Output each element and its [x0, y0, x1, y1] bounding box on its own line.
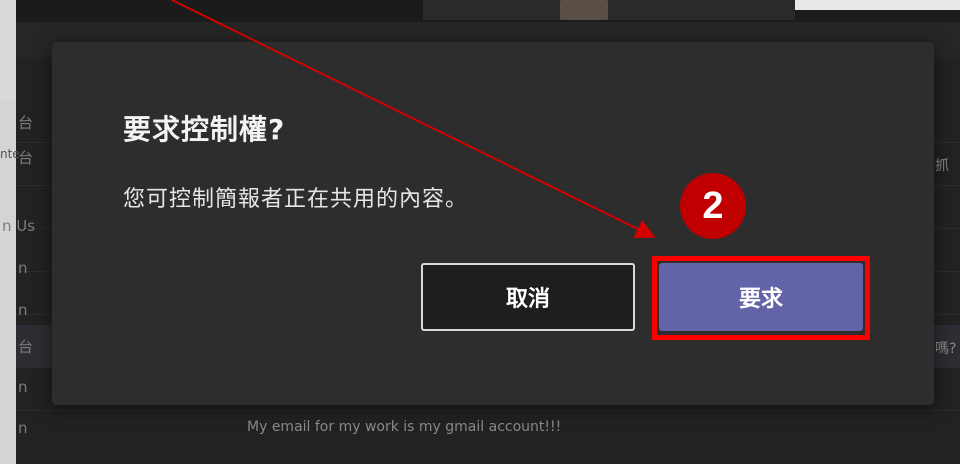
sidebar-item-label: 台 [18, 114, 34, 132]
sidebar-item-label: 台 [18, 149, 34, 167]
request-button[interactable]: 要求 [659, 263, 863, 331]
sidebar-item-label: n [18, 301, 28, 319]
background-video-strip [423, 0, 795, 20]
dialog-title: 要求控制權? [123, 113, 286, 146]
sidebar-item-label: n [18, 419, 28, 437]
sidebar-item-label: n Us [2, 217, 36, 235]
sidebar-item-label: n [18, 378, 28, 396]
sidebar-item-label: n [18, 259, 28, 277]
sidebar-item-label: 台 [18, 338, 34, 356]
background-top-right-panel [795, 0, 960, 10]
participant-thumbnail [560, 0, 608, 20]
search-input[interactable]: nte [0, 147, 20, 161]
message-preview-fragment: 抓 [935, 158, 949, 174]
message-preview-fragment: 嗎? [935, 341, 957, 357]
step-badge: 2 [680, 173, 746, 239]
dialog-body-text: 您可控制簡報者正在共用的內容。 [123, 187, 469, 212]
cancel-button[interactable]: 取消 [421, 263, 635, 331]
request-control-dialog [52, 42, 934, 405]
chat-message: My email for my work is my gmail account… [247, 419, 562, 435]
background-left-panel [0, 0, 16, 100]
